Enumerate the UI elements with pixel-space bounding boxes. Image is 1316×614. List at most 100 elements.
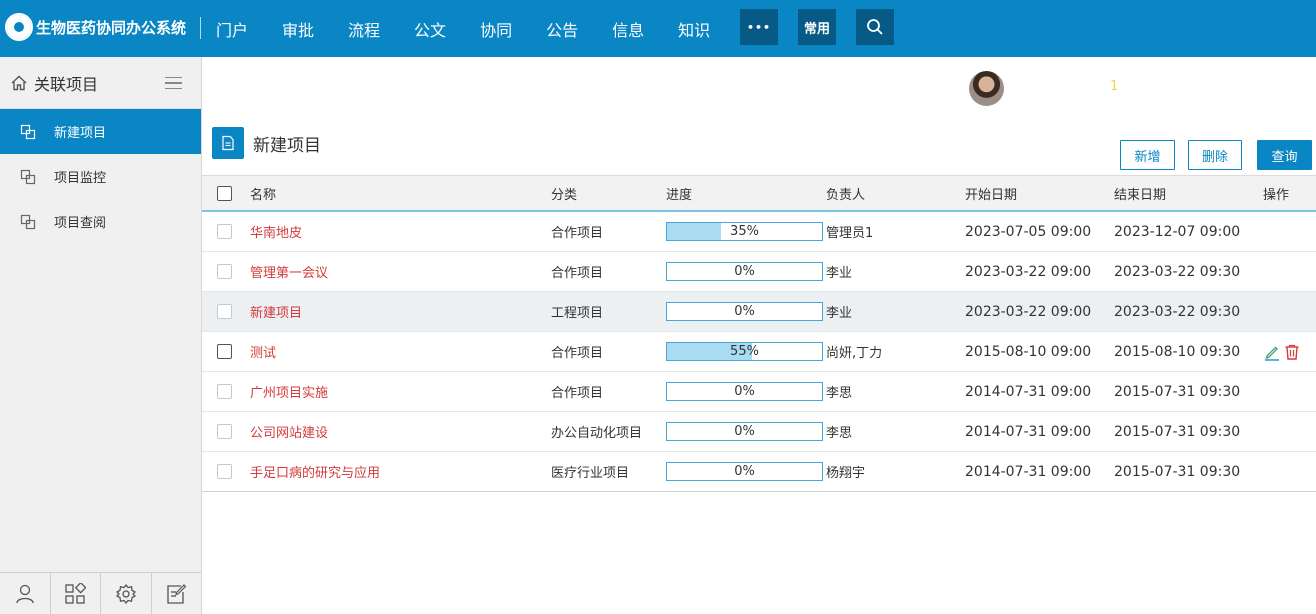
user-button[interactable]	[0, 573, 51, 614]
column-header-end-date[interactable]: 结束日期	[1114, 176, 1166, 210]
delete-icon[interactable]	[1283, 343, 1301, 361]
table-row[interactable]: 新建项目 工程项目 0% 李业 2023-03-22 09:00 2023-03-22 0…	[202, 292, 1316, 332]
progress-label: 0%	[734, 264, 755, 279]
row-checkbox[interactable]	[217, 224, 232, 239]
notification-count[interactable]: 1	[1110, 79, 1118, 94]
add-button[interactable]: 新增	[1120, 140, 1175, 170]
end-date: 2015-07-31 09:30	[1114, 383, 1241, 400]
column-header-actions: 操作	[1263, 187, 1290, 203]
row-select-cell	[217, 332, 232, 371]
project-owner: 李业	[826, 306, 853, 321]
sidebar-item-new-project[interactable]: 新建项目	[0, 109, 201, 154]
row-checkbox[interactable]	[217, 304, 232, 319]
more-menu-button[interactable]: •••	[740, 9, 778, 45]
sidebar-footer	[0, 572, 201, 614]
app-logo[interactable]: 生物医药协同办公系统	[4, 12, 186, 42]
edit-note-icon	[167, 583, 187, 604]
start-date: 2014-07-31 09:00	[965, 383, 1092, 400]
column-header-category[interactable]: 分类	[551, 176, 577, 210]
document-icon	[212, 127, 244, 159]
start-date: 2014-07-31 09:00	[965, 463, 1092, 480]
row-checkbox[interactable]	[217, 464, 232, 479]
progress-cell: 55%	[666, 332, 823, 371]
apps-icon	[65, 582, 87, 604]
nav-workflow[interactable]: 流程	[348, 17, 380, 41]
row-select-cell	[217, 412, 232, 451]
query-button[interactable]: 查询	[1257, 140, 1312, 170]
project-category: 合作项目	[551, 386, 604, 401]
column-header-name[interactable]: 名称	[250, 176, 276, 210]
delete-button[interactable]: 删除	[1188, 140, 1242, 170]
common-button[interactable]: 常用	[798, 9, 836, 45]
project-name-cell: 管理第一会议	[250, 252, 328, 291]
logo-divider	[200, 17, 201, 39]
sidebar-item-label: 项目监控	[54, 171, 107, 186]
table-row[interactable]: 测试 合作项目 55% 尚妍,丁力 2015-08-10 09:00 2015-08-10…	[202, 332, 1316, 372]
project-name-link[interactable]: 新建项目	[250, 302, 302, 321]
end-date: 2023-03-22 09:30	[1114, 263, 1241, 280]
project-name-cell: 公司网站建设	[250, 412, 328, 451]
settings-icon	[115, 583, 136, 604]
settings-button[interactable]	[101, 573, 152, 614]
nav-knowledge[interactable]: 知识	[678, 17, 710, 41]
table-bottom-border	[202, 491, 1316, 492]
apps-button[interactable]	[51, 573, 101, 614]
table-row[interactable]: 手足口病的研究与应用 医疗行业项目 0% 杨翔宇 2014-07-31 09:00 201…	[202, 452, 1316, 492]
project-name-cell: 测试	[250, 332, 276, 371]
column-header-progress[interactable]: 进度	[666, 176, 692, 210]
progress-bar: 35%	[666, 222, 823, 241]
progress-cell: 35%	[666, 212, 823, 251]
project-name-link[interactable]: 华南地皮	[250, 222, 302, 241]
row-checkbox[interactable]	[217, 344, 232, 359]
nav-announcements[interactable]: 公告	[546, 17, 578, 41]
table-row[interactable]: 公司网站建设 办公自动化项目 0% 李思 2014-07-31 09:00 2015-07…	[202, 412, 1316, 452]
edit-icon[interactable]	[1263, 343, 1281, 361]
user-avatar[interactable]	[969, 71, 1004, 106]
nav-documents[interactable]: 公文	[414, 17, 446, 41]
project-name-link[interactable]: 公司网站建设	[250, 422, 328, 441]
sidebar-item-project-review[interactable]: 项目查阅	[0, 199, 201, 244]
project-category: 办公自动化项目	[551, 426, 643, 441]
nav-collaboration[interactable]: 协同	[480, 17, 512, 41]
table-row[interactable]: 华南地皮 合作项目 35% 管理员1 2023-07-05 09:00 2023-12-0…	[202, 212, 1316, 252]
table-row[interactable]: 管理第一会议 合作项目 0% 李业 2023-03-22 09:00 2023-03-22…	[202, 252, 1316, 292]
nav-portal[interactable]: 门户	[216, 17, 248, 41]
row-select-cell	[217, 372, 232, 411]
column-header-owner[interactable]: 负责人	[826, 176, 865, 210]
search-button[interactable]	[856, 9, 894, 45]
project-name-link[interactable]: 测试	[250, 342, 276, 361]
end-date: 2015-08-10 09:30	[1114, 343, 1241, 360]
table-row[interactable]: 广州项目实施 合作项目 0% 李思 2014-07-31 09:00 2015-07-31…	[202, 372, 1316, 412]
sidebar-item-project-monitor[interactable]: 项目监控	[0, 154, 201, 199]
nav-approval[interactable]: 审批	[282, 17, 314, 41]
user-icon	[16, 584, 34, 603]
project-name-link[interactable]: 管理第一会议	[250, 262, 328, 281]
progress-label: 0%	[734, 304, 755, 319]
row-actions	[1263, 332, 1303, 371]
copy-icon	[20, 124, 36, 139]
row-checkbox[interactable]	[217, 384, 232, 399]
logo-swirl-icon	[5, 13, 33, 41]
row-checkbox[interactable]	[217, 264, 232, 279]
project-owner: 李思	[826, 386, 853, 401]
progress-bar: 0%	[666, 462, 823, 481]
select-all-checkbox[interactable]	[217, 185, 232, 201]
progress-label: 0%	[734, 384, 755, 399]
sidebar-title: 关联项目	[34, 74, 99, 94]
row-checkbox[interactable]	[217, 424, 232, 439]
project-name-link[interactable]: 手足口病的研究与应用	[250, 462, 380, 481]
notes-button[interactable]	[152, 573, 202, 614]
row-select-cell	[217, 252, 232, 291]
nav-information[interactable]: 信息	[612, 17, 644, 41]
end-date: 2015-07-31 09:30	[1114, 463, 1241, 480]
copy-icon	[20, 214, 36, 229]
project-category: 工程项目	[551, 306, 604, 321]
column-header-start-date[interactable]: 开始日期	[965, 176, 1017, 210]
hamburger-menu-icon[interactable]	[165, 77, 182, 89]
project-category: 合作项目	[551, 266, 604, 281]
project-name-cell: 广州项目实施	[250, 372, 328, 411]
project-name-link[interactable]: 广州项目实施	[250, 382, 328, 401]
row-select-cell	[217, 292, 232, 331]
table-header: 名称 分类 进度 负责人 开始日期 结束日期 操作	[202, 175, 1316, 212]
sidebar-item-label: 新建项目	[54, 126, 107, 141]
